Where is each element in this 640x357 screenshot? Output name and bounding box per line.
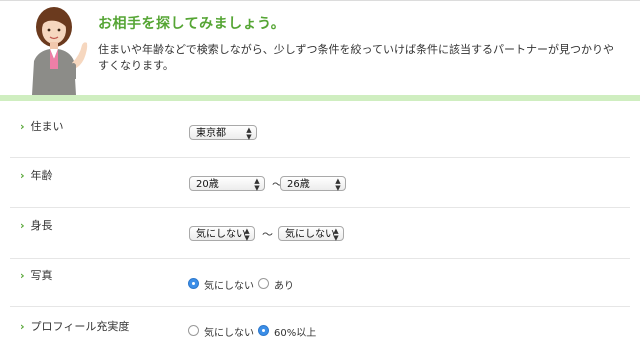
assistant-avatar: [32, 7, 88, 95]
height-row: › 身長 気にしない ▲ ▼ 〜 気にしない ▲ ▼: [10, 208, 630, 259]
profile-any-label[interactable]: 気にしない: [204, 324, 254, 339]
profile-completeness-label: › プロフィール充実度: [20, 320, 130, 333]
profile-60-label[interactable]: 60%以上: [274, 324, 316, 339]
height-to-select[interactable]: 気にしない ▲ ▼: [278, 226, 344, 242]
select-arrows-icon: ▲ ▼: [335, 177, 341, 192]
chevron-right-icon: ›: [20, 120, 25, 133]
photo-row: › 写真 気にしない あり: [10, 259, 630, 307]
profile-completeness-row: › プロフィール充実度 気にしない 60%以上: [10, 307, 630, 357]
page-description: 住まいや年齢などで検索しながら、少しずつ条件を絞っていけば条件に該当するパートナ…: [98, 43, 615, 72]
photo-yes-radio[interactable]: [258, 278, 269, 289]
select-arrows-icon: ▲ ▼: [244, 227, 250, 242]
chevron-right-icon: ›: [20, 320, 25, 333]
age-to-select[interactable]: 26歳 ▲ ▼: [280, 176, 346, 192]
page-title: お相手を探してみましょう。: [98, 16, 286, 32]
age-label: › 年齢: [20, 169, 53, 182]
residence-select[interactable]: 東京都 ▲ ▼: [189, 125, 257, 141]
select-arrows-icon: ▲ ▼: [246, 126, 252, 141]
select-arrows-icon: ▲ ▼: [254, 177, 260, 192]
residence-label: › 住まい: [20, 120, 64, 133]
photo-yes-label[interactable]: あり: [274, 277, 294, 292]
chevron-right-icon: ›: [20, 169, 25, 182]
height-range-separator: 〜: [262, 228, 273, 241]
profile-any-radio[interactable]: [188, 325, 199, 336]
chevron-right-icon: ›: [20, 219, 25, 232]
height-from-select[interactable]: 気にしない ▲ ▼: [189, 226, 255, 242]
height-label: › 身長: [20, 219, 53, 232]
profile-60-radio[interactable]: [258, 325, 269, 336]
chevron-right-icon: ›: [20, 269, 25, 282]
photo-any-radio[interactable]: [188, 278, 199, 289]
search-conditions-panel: › 住まい 東京都 ▲ ▼ › 年齢 20歳 ▲ ▼ 〜 26歳 ▲ ▼ › 身長 気にしな…: [0, 101, 640, 357]
photo-label: › 写真: [20, 269, 53, 282]
photo-any-label[interactable]: 気にしない: [204, 277, 254, 292]
age-from-select[interactable]: 20歳 ▲ ▼: [189, 176, 265, 192]
select-arrows-icon: ▲ ▼: [333, 227, 339, 242]
age-row: › 年齢 20歳 ▲ ▼ 〜 26歳 ▲ ▼: [10, 158, 630, 208]
residence-row: › 住まい 東京都 ▲ ▼: [10, 101, 630, 158]
intro-header: お相手を探してみましょう。 住まいや年齢などで検索しながら、少しずつ条件を絞って…: [0, 0, 640, 95]
